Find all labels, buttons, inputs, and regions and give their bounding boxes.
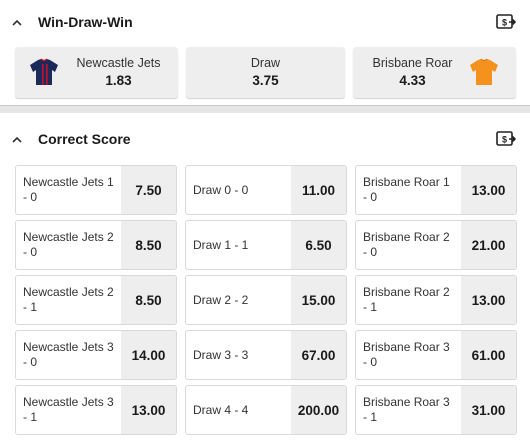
odds-value: 8.50	[121, 221, 176, 269]
draw-button[interactable]: Draw 3.75	[186, 47, 345, 98]
correct-score-option[interactable]: Newcastle Jets 2 - 0 8.50	[15, 220, 177, 270]
correct-score-option[interactable]: Draw 1 - 1 6.50	[185, 220, 347, 270]
correct-score-option[interactable]: Newcastle Jets 3 - 1 13.00	[15, 385, 177, 435]
svg-text:$: $	[502, 135, 507, 145]
svg-text:$: $	[502, 18, 507, 28]
newcastle-jersey-icon	[29, 58, 59, 91]
score-label: Draw 0 - 0	[193, 182, 249, 197]
chevron-up-icon[interactable]	[11, 16, 23, 28]
odds-value: 6.50	[291, 221, 346, 269]
correct-score-header[interactable]: Correct Score $	[0, 119, 530, 159]
cash-out-icon[interactable]: $	[496, 13, 517, 31]
newcastle-jets-win-button[interactable]: Newcastle Jets 1.83	[15, 47, 178, 98]
win-draw-win-header[interactable]: Win-Draw-Win $	[0, 2, 530, 42]
correct-score-option[interactable]: Draw 0 - 0 11.00	[185, 165, 347, 215]
odds-value: 11.00	[291, 166, 346, 214]
correct-score-option[interactable]: Newcastle Jets 2 - 1 8.50	[15, 275, 177, 325]
outcome-name: Draw	[250, 56, 281, 70]
score-label: Newcastle Jets 2 - 1	[23, 285, 114, 314]
correct-score-option[interactable]: Newcastle Jets 3 - 0 14.00	[15, 330, 177, 380]
odds-value: 8.50	[121, 276, 176, 324]
odds-value: 13.00	[461, 276, 516, 324]
odds-value: 15.00	[291, 276, 346, 324]
correct-score-option[interactable]: Draw 3 - 3 67.00	[185, 330, 347, 380]
score-label: Draw 1 - 1	[193, 237, 249, 252]
odds-value: 67.00	[291, 331, 346, 379]
section-title: Win-Draw-Win	[38, 14, 133, 30]
section-title: Correct Score	[38, 131, 131, 147]
odds-value: 13.00	[121, 386, 176, 434]
score-label: Brisbane Roar 1 - 0	[363, 175, 450, 204]
section-divider	[0, 105, 530, 113]
odds-value: 4.33	[399, 73, 426, 88]
correct-score-option[interactable]: Brisbane Roar 3 - 0 61.00	[355, 330, 517, 380]
score-label: Newcastle Jets 3 - 1	[23, 395, 114, 424]
team-name: Brisbane Roar	[372, 56, 453, 70]
score-label: Brisbane Roar 2 - 0	[363, 230, 450, 259]
correct-score-option[interactable]: Brisbane Roar 3 - 1 31.00	[355, 385, 517, 435]
correct-score-option[interactable]: Newcastle Jets 1 - 0 7.50	[15, 165, 177, 215]
brisbane-roar-win-button[interactable]: Brisbane Roar 4.33	[353, 47, 516, 98]
correct-score-option[interactable]: Draw 4 - 4 200.00	[185, 385, 347, 435]
score-label: Draw 4 - 4	[193, 402, 249, 417]
correct-score-option[interactable]: Brisbane Roar 2 - 1 13.00	[355, 275, 517, 325]
odds-value: 7.50	[121, 166, 176, 214]
score-label: Draw 3 - 3	[193, 347, 249, 362]
brisbane-jersey-icon	[469, 58, 499, 91]
odds-value: 14.00	[121, 331, 176, 379]
odds-value: 13.00	[461, 166, 516, 214]
score-label: Brisbane Roar 2 - 1	[363, 285, 450, 314]
odds-value: 1.83	[105, 73, 132, 88]
score-label: Newcastle Jets 2 - 0	[23, 230, 114, 259]
correct-score-option[interactable]: Brisbane Roar 2 - 0 21.00	[355, 220, 517, 270]
correct-score-option[interactable]: Draw 2 - 2 15.00	[185, 275, 347, 325]
odds-value: 3.75	[252, 73, 279, 88]
score-label: Brisbane Roar 3 - 1	[363, 395, 450, 424]
cash-out-icon[interactable]: $	[496, 130, 517, 148]
team-name: Newcastle Jets	[76, 56, 161, 70]
chevron-up-icon[interactable]	[11, 133, 23, 145]
score-label: Newcastle Jets 3 - 0	[23, 340, 114, 369]
odds-value: 61.00	[461, 331, 516, 379]
odds-value: 21.00	[461, 221, 516, 269]
odds-value: 31.00	[461, 386, 516, 434]
score-label: Draw 2 - 2	[193, 292, 249, 307]
correct-score-option[interactable]: Brisbane Roar 1 - 0 13.00	[355, 165, 517, 215]
odds-value: 200.00	[291, 386, 346, 434]
score-label: Newcastle Jets 1 - 0	[23, 175, 114, 204]
score-label: Brisbane Roar 3 - 0	[363, 340, 450, 369]
